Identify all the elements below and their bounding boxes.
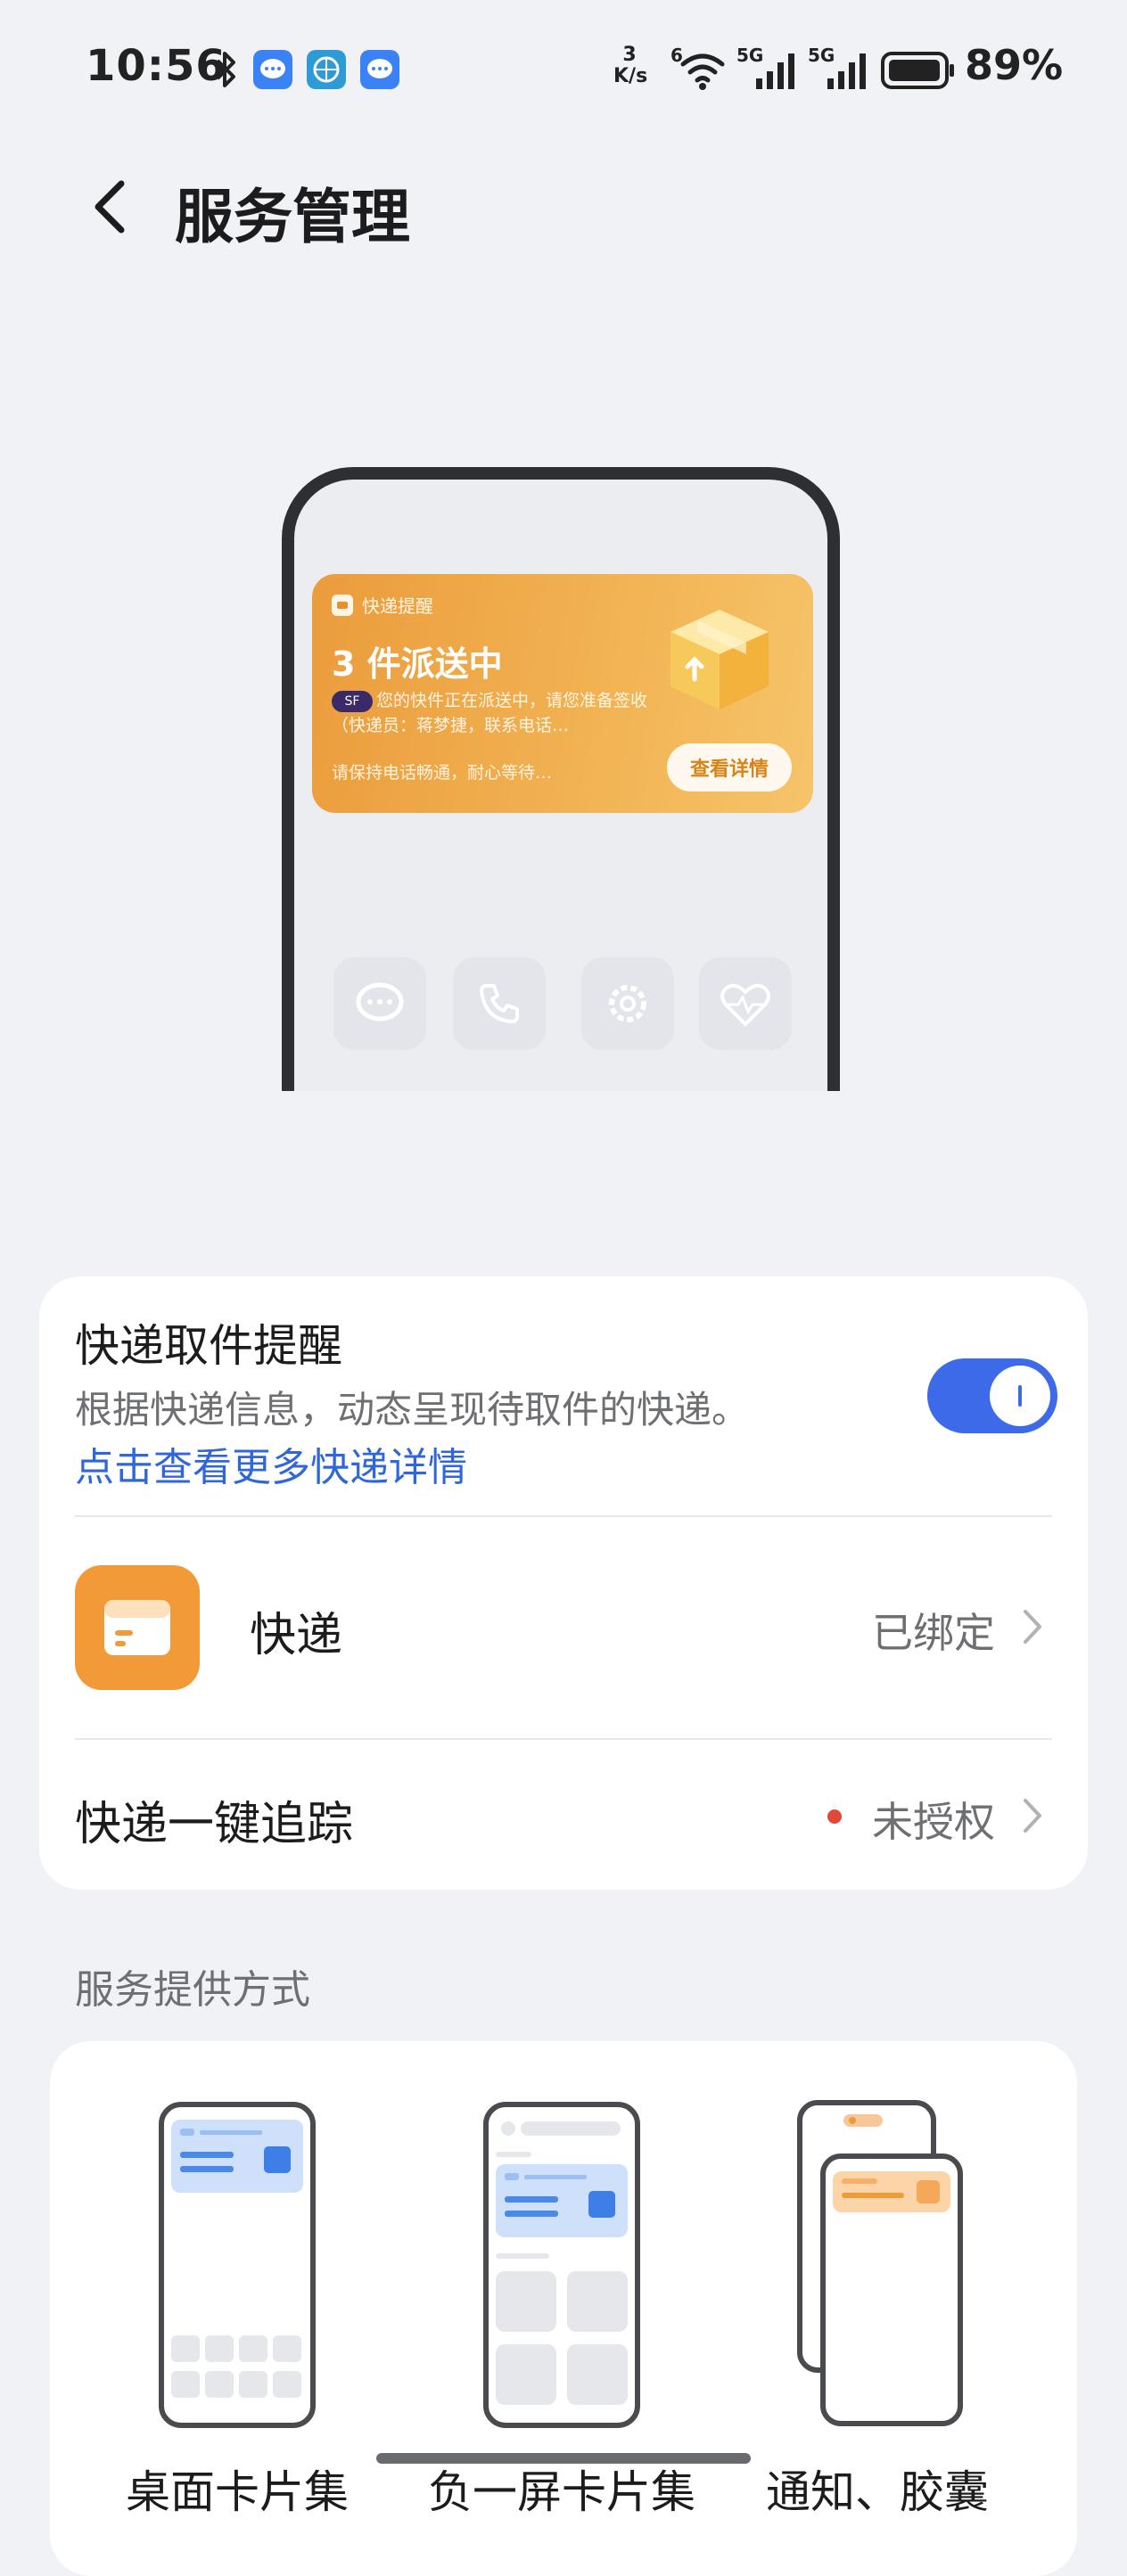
express-reminder-preview-card: 快递提醒 3 件派送中 SF 您的快件正在派送中，请您准备签收（快递员：蒋梦捷，联… (312, 574, 813, 813)
page-title: 服务管理 (175, 183, 410, 251)
minus-one-screen-illustration[interactable] (483, 2102, 640, 2428)
router-app-icon (307, 50, 346, 89)
dock-settings-icon (581, 957, 674, 1050)
mode-label-notification: 通知、胶囊 (766, 2466, 989, 2518)
more-details-link[interactable]: 点击查看更多快递详情 (75, 1435, 467, 1492)
tracking-row-status: 未授权 (872, 1798, 995, 1846)
status-bar: 10:56 3 K/s 6 5G 5G 89% (0, 0, 1127, 143)
cellular-signal-2-icon: 5G (808, 45, 867, 94)
wifi-icon: 6 (670, 45, 726, 94)
express-row-label: 快递 (250, 1609, 343, 1662)
tracking-row-label: 快递一键追踪 (75, 1798, 354, 1851)
preview-view-details-button: 查看详情 (667, 743, 792, 792)
battery-icon (881, 52, 954, 89)
mode-label-desktop: 桌面卡片集 (126, 2466, 349, 2518)
dock-health-icon (699, 957, 792, 1050)
back-button[interactable] (86, 175, 139, 237)
preview-hint: 请保持电话畅通，耐心等待… (332, 763, 553, 783)
reminder-title: 快递取件提醒 (75, 1320, 342, 1372)
section-title: 服务提供方式 (75, 1967, 310, 2013)
mode-label-minus-one: 负一屏卡片集 (428, 2466, 695, 2518)
chevron-left-icon (95, 180, 125, 234)
net-speed: 3 K/s (613, 44, 648, 87)
reminder-toggle[interactable] (927, 1358, 1057, 1433)
preview-description: SF 您的快件正在派送中，请您准备签收（快递员：蒋梦捷，联系电话… (332, 690, 648, 735)
home-indicator[interactable] (376, 2453, 751, 2464)
cellular-signal-1-icon: 5G (736, 45, 795, 94)
express-row-status: 已绑定 (872, 1609, 995, 1657)
courier-logo: SF (332, 690, 373, 712)
dock-message-icon (333, 957, 426, 1050)
chevron-right-icon (1024, 1799, 1041, 1833)
divider (75, 1515, 1052, 1517)
status-time: 10:56 (86, 41, 226, 91)
battery-percent: 89% (965, 41, 1064, 89)
toggle-knob (990, 1366, 1050, 1426)
desktop-card-illustration[interactable] (159, 2102, 316, 2428)
package-box-icon (670, 610, 769, 710)
message-app-icon (253, 50, 292, 89)
preview-count: 3 件派送中 (332, 644, 503, 684)
small-box-icon (332, 594, 353, 616)
dock-phone-icon (453, 957, 546, 1050)
chevron-right-icon (1024, 1610, 1041, 1644)
preview-card-header: 快递提醒 (332, 592, 433, 618)
notification-capsule-illustration[interactable] (797, 2100, 963, 2430)
bluetooth-icon (216, 52, 235, 87)
unauthorized-dot (827, 1809, 842, 1824)
message-app-icon-2 (360, 50, 399, 89)
reminder-description: 根据快递信息，动态呈现待取件的快递。 (75, 1388, 750, 1432)
express-app-icon (75, 1565, 200, 1690)
